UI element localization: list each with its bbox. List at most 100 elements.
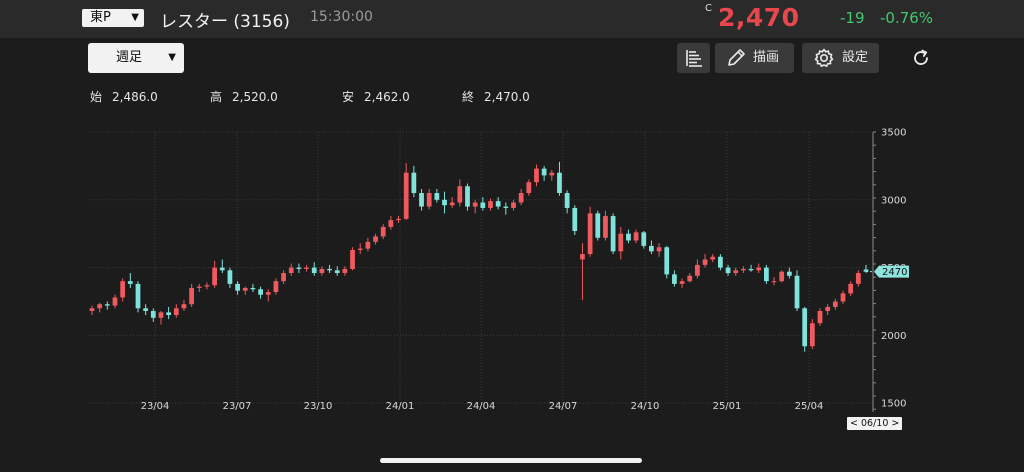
candle-body xyxy=(311,267,317,274)
candle-body xyxy=(825,306,831,312)
candle-body xyxy=(848,283,854,294)
candle-body xyxy=(779,271,785,282)
candle-body xyxy=(97,304,103,309)
candle-body xyxy=(350,249,355,269)
candle-body xyxy=(388,220,394,227)
candle-body xyxy=(304,267,309,269)
candle-body xyxy=(265,292,271,295)
candlestick-chart[interactable]: 3500300025002000150023/0423/0723/1024/01… xyxy=(0,0,1024,472)
candle-body xyxy=(840,293,846,302)
candle-body xyxy=(518,193,524,203)
x-tick-label: 24/01 xyxy=(386,401,415,412)
candle-body xyxy=(357,248,363,250)
candle-body xyxy=(457,186,463,203)
candle-body xyxy=(373,236,378,242)
y-tick-label: 1500 xyxy=(881,399,906,410)
candle-body xyxy=(534,168,539,183)
candle-body xyxy=(449,202,455,206)
candle-body xyxy=(794,275,800,309)
candle-body xyxy=(549,172,555,176)
current-date-label[interactable]: < 06/10 > xyxy=(847,417,903,430)
candle-body xyxy=(809,323,815,347)
candle-body xyxy=(664,247,670,275)
candle-body xyxy=(802,308,808,347)
candle-body xyxy=(610,216,616,252)
candle-body xyxy=(219,267,225,271)
candle-body xyxy=(633,232,639,241)
candle-body xyxy=(196,286,202,288)
candle-body xyxy=(741,268,746,271)
candle-body xyxy=(817,311,823,324)
candle-body xyxy=(687,275,693,282)
candle-body xyxy=(672,274,677,284)
x-tick-label: 24/10 xyxy=(631,401,660,412)
candle-body xyxy=(718,256,723,268)
candle-body xyxy=(679,281,685,284)
candle-body xyxy=(227,270,233,284)
candle-body xyxy=(365,241,371,249)
candle-body xyxy=(273,281,279,293)
candle-body xyxy=(104,304,110,306)
candle-body xyxy=(472,202,478,207)
x-tick-label: 23/07 xyxy=(223,401,252,412)
x-tick-label: 24/07 xyxy=(549,401,578,412)
home-indicator[interactable] xyxy=(380,458,642,463)
candle-body xyxy=(603,216,608,238)
x-tick-label: 23/04 xyxy=(141,401,170,412)
candle-body xyxy=(710,256,716,260)
candle-body xyxy=(725,267,731,274)
candle-body xyxy=(442,199,447,206)
candle-body xyxy=(319,268,325,274)
candle-body xyxy=(150,311,156,318)
candle-body xyxy=(281,273,286,282)
candle-body xyxy=(557,172,562,194)
y-tick-label: 2000 xyxy=(881,331,906,342)
candle-body xyxy=(641,232,647,246)
candle-body xyxy=(511,202,516,208)
candle-body xyxy=(166,312,172,316)
candle-body xyxy=(541,168,547,176)
candle-body xyxy=(564,193,570,208)
candle-body xyxy=(626,233,631,241)
candle-body xyxy=(403,172,409,219)
candle-body xyxy=(250,287,256,290)
candle-body xyxy=(419,193,424,207)
candle-body xyxy=(334,270,340,274)
x-tick-label: 24/04 xyxy=(467,401,496,412)
candle-body xyxy=(656,247,662,252)
candle-body xyxy=(733,270,739,274)
candle-body xyxy=(426,193,432,207)
candle-body xyxy=(748,268,754,271)
candle-body xyxy=(342,268,348,274)
candle-body xyxy=(212,267,217,286)
x-tick-label: 25/04 xyxy=(795,401,824,412)
candle-body xyxy=(618,233,624,252)
candle-body xyxy=(764,267,769,282)
candle-body xyxy=(120,281,126,298)
candle-body xyxy=(127,281,133,284)
candle-body xyxy=(695,264,700,276)
candle-body xyxy=(832,301,838,307)
x-tick-label: 23/10 xyxy=(304,401,333,412)
candle-body xyxy=(702,259,708,265)
candle-body xyxy=(158,312,164,318)
y-tick-label: 3000 xyxy=(881,195,906,206)
candle-body xyxy=(649,245,654,252)
candle-body xyxy=(380,226,386,237)
candle-body xyxy=(204,285,210,287)
candle-body xyxy=(112,297,118,306)
candle-body xyxy=(465,186,470,207)
x-tick-label: 25/01 xyxy=(713,401,742,412)
candle-body xyxy=(89,308,95,312)
candle-body xyxy=(258,289,263,295)
candle-body xyxy=(135,283,141,309)
candle-body xyxy=(288,267,294,274)
candle-body xyxy=(580,254,585,260)
candle-body xyxy=(327,268,332,271)
candle-body xyxy=(173,308,179,316)
candle-body xyxy=(396,218,401,221)
candle-body xyxy=(595,213,601,238)
candle-body xyxy=(855,273,861,284)
candle-body xyxy=(587,213,593,255)
candle-body xyxy=(296,267,302,269)
